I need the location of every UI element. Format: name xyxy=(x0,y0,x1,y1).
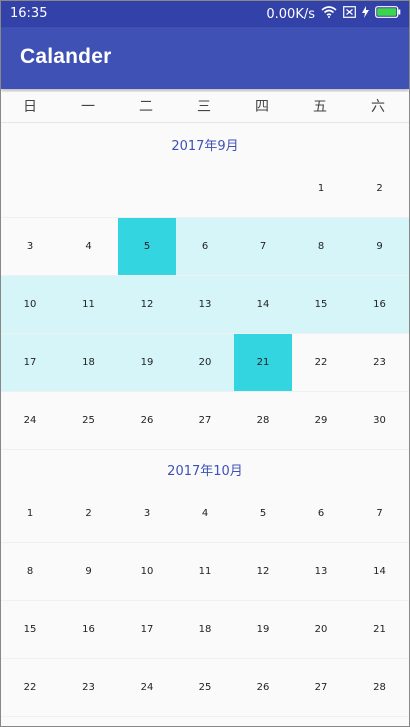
week-row: 3456789 xyxy=(1,218,409,276)
day-cell-in-range[interactable]: 12 xyxy=(118,276,176,333)
app-title: Calander xyxy=(20,45,112,68)
day-cell[interactable]: 23 xyxy=(59,659,118,716)
day-cell[interactable]: 23 xyxy=(350,334,409,391)
weekday-label: 六 xyxy=(371,99,385,115)
day-cell-in-range[interactable]: 20 xyxy=(176,334,234,391)
day-cell-in-range[interactable]: 13 xyxy=(176,276,234,333)
day-cell[interactable]: 27 xyxy=(176,392,234,449)
month-title: 2017年9月 xyxy=(171,139,239,154)
day-cell[interactable]: 6 xyxy=(292,485,350,542)
day-cell-in-range[interactable]: 14 xyxy=(234,276,292,333)
weekday-label: 四 xyxy=(255,99,269,115)
day-cell[interactable]: 7 xyxy=(350,485,409,542)
day-cell[interactable]: 25 xyxy=(176,659,234,716)
day-cell[interactable]: 21 xyxy=(350,601,409,658)
day-cell[interactable]: 9 xyxy=(59,543,118,600)
day-cell-in-range[interactable]: 8 xyxy=(292,218,350,275)
charging-icon xyxy=(362,6,369,22)
week-row: 17 18 19 20 21 22 23 xyxy=(1,334,409,392)
day-cell[interactable]: 2 xyxy=(350,160,409,217)
day-cell[interactable]: 14 xyxy=(350,543,409,600)
day-cell[interactable]: 24 xyxy=(1,392,59,449)
day-cell[interactable]: 4 xyxy=(59,218,118,275)
day-cell[interactable]: 29 xyxy=(292,392,350,449)
day-cell[interactable]: 28 xyxy=(350,659,409,716)
day-cell-in-range[interactable]: 11 xyxy=(59,276,118,333)
day-cell[interactable]: 1 xyxy=(1,485,59,542)
weekday-label: 三 xyxy=(197,99,211,115)
day-cell-selected[interactable]: 5 xyxy=(118,218,176,275)
day-cell[interactable]: 12 xyxy=(234,543,292,600)
empty-day-cell xyxy=(1,160,59,217)
day-cell[interactable]: 26 xyxy=(118,392,176,449)
empty-day-cell xyxy=(118,160,176,217)
day-cell-in-range[interactable]: 6 xyxy=(176,218,234,275)
app-frame: 16:35 0.00K/s Calander 日 一 二 三 四 五 六 201… xyxy=(0,0,410,727)
day-cell[interactable]: 10 xyxy=(118,543,176,600)
day-cell-in-range[interactable]: 18 xyxy=(59,334,118,391)
status-icons: 0.00K/s xyxy=(266,6,401,22)
network-speed: 0.00K/s xyxy=(266,6,315,22)
day-cell-in-range[interactable]: 9 xyxy=(350,218,409,275)
day-cell[interactable]: 18 xyxy=(176,601,234,658)
sim-icon xyxy=(343,6,356,22)
week-row: 24 25 26 27 28 29 30 xyxy=(1,392,409,450)
weekday-label: 日 xyxy=(23,99,37,115)
day-cell-in-range[interactable]: 7 xyxy=(234,218,292,275)
battery-icon xyxy=(375,6,401,22)
day-cell[interactable]: 8 xyxy=(1,543,59,600)
day-cell[interactable]: 3 xyxy=(1,218,59,275)
day-cell[interactable]: 19 xyxy=(234,601,292,658)
day-cell[interactable]: 24 xyxy=(118,659,176,716)
weekday-label: 一 xyxy=(81,99,95,115)
status-time: 16:35 xyxy=(10,6,48,21)
weekday-label: 五 xyxy=(313,99,327,115)
day-cell[interactable]: 5 xyxy=(234,485,292,542)
week-row: 15 16 17 18 19 20 21 xyxy=(1,601,409,659)
day-cell-in-range[interactable]: 16 xyxy=(350,276,409,333)
week-row: 22 23 24 25 26 27 28 xyxy=(1,659,409,717)
day-cell[interactable]: 2 xyxy=(59,485,118,542)
status-bar: 16:35 0.00K/s xyxy=(1,1,409,27)
weekday-header: 日一二三四五六 xyxy=(1,92,409,123)
day-cell[interactable]: 30 xyxy=(350,392,409,449)
week-row: 1234567 xyxy=(1,485,409,543)
day-cell[interactable]: 27 xyxy=(292,659,350,716)
day-cell[interactable]: 16 xyxy=(59,601,118,658)
empty-day-cell xyxy=(234,160,292,217)
day-cell-selected[interactable]: 21 xyxy=(234,334,292,391)
day-cell[interactable]: 1 xyxy=(292,160,350,217)
week-row: 12 xyxy=(1,160,409,218)
day-cell[interactable]: 22 xyxy=(1,659,59,716)
empty-day-cell xyxy=(176,160,234,217)
day-cell[interactable]: 20 xyxy=(292,601,350,658)
day-cell[interactable]: 22 xyxy=(292,334,350,391)
day-cell[interactable]: 17 xyxy=(118,601,176,658)
app-bar: Calander xyxy=(1,27,409,89)
day-cell[interactable]: 13 xyxy=(292,543,350,600)
day-cell[interactable]: 26 xyxy=(234,659,292,716)
wifi-icon xyxy=(321,6,337,22)
day-cell[interactable]: 28 xyxy=(234,392,292,449)
day-cell[interactable]: 25 xyxy=(59,392,118,449)
day-cell[interactable]: 15 xyxy=(1,601,59,658)
day-cell[interactable]: 3 xyxy=(118,485,176,542)
day-cell-in-range[interactable]: 15 xyxy=(292,276,350,333)
week-row: 8 9 10 11 12 13 14 xyxy=(1,543,409,601)
weekday-label: 二 xyxy=(139,99,153,115)
month-title: 2017年10月 xyxy=(167,464,243,479)
week-row: 10 11 12 13 14 15 16 xyxy=(1,276,409,334)
day-cell[interactable]: 4 xyxy=(176,485,234,542)
empty-day-cell xyxy=(59,160,118,217)
day-cell[interactable]: 11 xyxy=(176,543,234,600)
day-cell-in-range[interactable]: 19 xyxy=(118,334,176,391)
day-cell-in-range[interactable]: 10 xyxy=(1,276,59,333)
day-cell-in-range[interactable]: 17 xyxy=(1,334,59,391)
